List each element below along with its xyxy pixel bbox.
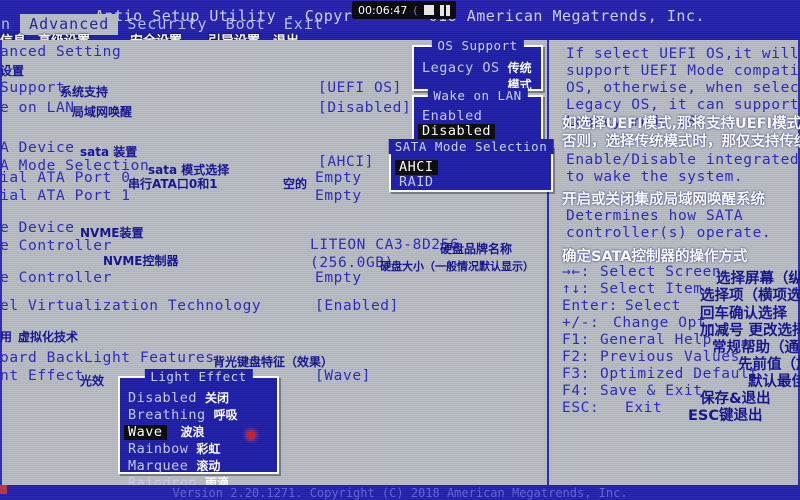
version-text: Version 2.20.1271. Copyright (C) 2018 Am…	[172, 485, 628, 500]
key-select-item-action: Select Item	[600, 281, 703, 297]
row-light-effect-cn: 光效	[80, 374, 105, 388]
help-sata-line-2: controller(s) operate.	[566, 225, 772, 241]
help-os-line-4: Legacy OS, it can support	[566, 97, 800, 113]
sata-mode-option-ahci-label: AHCI	[395, 160, 438, 175]
sata-mode-popup[interactable]: SATA Mode Selection AHCI RAID	[388, 139, 554, 192]
center-divider	[547, 40, 549, 485]
help-lan-line-2: to wake the system.	[566, 169, 744, 185]
sata-mode-option-raid-label: RAID	[399, 174, 434, 190]
key-select-item-key: ↑↓:	[562, 281, 590, 297]
row-light-effect-value[interactable]: [Wave]	[315, 368, 371, 384]
help-os-cn-2: 否则，选择传统模式时，那仅支持传统模式系统	[562, 134, 800, 150]
row-nvme-capacity-cn: 硬盘大小（一般情况默认显示）	[380, 260, 534, 273]
key-f2-key: F2:	[562, 349, 590, 365]
sata-mode-option-ahci[interactable]: AHCI	[391, 160, 551, 175]
help-os-line-1: If select UEFI OS,it will	[566, 46, 800, 62]
row-nvme-controller-cn: NVME控制器	[103, 254, 179, 268]
os-support-popup[interactable]: OS Support Legacy OS 传统模式 UEFI OS UEFI模式	[412, 38, 543, 126]
row-nvme-device-label[interactable]: e Device	[0, 220, 75, 236]
help-lan-cn: 开启或关闭集成局域网唤醒系统	[562, 192, 765, 208]
setup-body: anced Setting 设置 Support 系统支持 [UEFI OS] …	[0, 38, 800, 491]
wake-on-lan-option-disabled[interactable]: Disabled	[414, 124, 541, 139]
key-f2-action: Previous Values	[600, 349, 740, 365]
key-f4-key: F4:	[562, 383, 590, 399]
light-effect-option-marquee[interactable]: Marquee 滚动	[120, 457, 277, 474]
key-f4-action: Save & Exit	[600, 383, 703, 399]
help-sata-line-1: Determines how SATA	[566, 208, 744, 224]
sata-mode-option-raid[interactable]: RAID	[391, 175, 551, 190]
row-light-effect-label[interactable]: nt Effect	[0, 368, 84, 384]
row-nvme-controller2-label[interactable]: e Controller	[0, 270, 112, 286]
row-sata-port1-label[interactable]: ial ATA Port 1	[0, 188, 131, 204]
wake-on-lan-popup[interactable]: Wake on LAN Enabled Disabled	[412, 88, 543, 141]
row-nvme-controller-label[interactable]: e Controller	[0, 238, 112, 254]
row-os-support-cn: 系统支持	[60, 85, 109, 99]
light-effect-option-rainbow[interactable]: Rainbow 彩虹	[120, 440, 277, 457]
row-virtualization-cn: 虚拟化技术	[18, 330, 79, 344]
wake-on-lan-option-disabled-label: Disabled	[418, 124, 496, 139]
light-effect-option-wave-label: Wave	[124, 425, 167, 440]
row-wake-on-lan-label[interactable]: e on LAN	[0, 100, 75, 116]
key-esc-key: ESC:	[562, 400, 600, 416]
wake-on-lan-popup-title: Wake on LAN	[427, 88, 528, 103]
row-os-support-label[interactable]: Support	[0, 80, 65, 96]
row-sata-port-cn: 串行ATA口0和1	[128, 177, 218, 191]
key-f1-action: General Help	[600, 332, 712, 348]
row-sata-port1-value: Empty	[315, 188, 362, 204]
key-esc-cn: ESC键退出	[688, 408, 763, 424]
bios-screen: Aptio Setup Utility - Copyr 018 American…	[0, 0, 800, 500]
row-wake-on-lan-cn: 局域网唤醒	[72, 105, 133, 119]
help-lan-line-1: Enable/Disable integrated	[566, 152, 800, 168]
key-f3-action: Optimized Default	[600, 366, 759, 382]
row-nvme-controller-value: LITEON CA3-8D256	[310, 237, 460, 253]
row-sata-port0-value-cn: 空的	[283, 177, 308, 191]
light-effect-popup-title: Light Effect	[144, 369, 253, 384]
key-select-screen-key: →←:	[562, 264, 590, 280]
light-effect-option-disabled-label: Disabled	[128, 390, 198, 406]
key-change-opt-key: +/-:	[562, 315, 600, 331]
row-sata-device-label[interactable]: A Device	[0, 140, 75, 156]
light-effect-option-wave-cn: 波浪	[180, 425, 205, 439]
row-sata-port0-label[interactable]: ial ATA Port 0	[0, 170, 131, 186]
key-f1-key: F1:	[562, 332, 590, 348]
light-effect-option-rainbow-label: Rainbow	[128, 441, 189, 457]
light-effect-popup[interactable]: Light Effect Disabled 关闭 Breathing 呼吸 Wa…	[118, 369, 279, 491]
wake-on-lan-option-enabled[interactable]: Enabled	[414, 109, 541, 124]
os-support-popup-title: OS Support	[431, 38, 524, 53]
row-sata-port0-value: Empty	[315, 170, 362, 186]
light-effect-option-marquee-label: Marquee	[128, 458, 189, 474]
light-effect-option-breathing-cn: 呼吸	[213, 408, 238, 422]
laser-pointer-dot	[247, 431, 255, 439]
key-enter-key: Enter:	[562, 298, 618, 314]
section-title: anced Setting	[0, 44, 122, 60]
row-nvme-controller-value-cn: 硬盘品牌名称	[440, 242, 513, 256]
light-effect-option-breathing[interactable]: Breathing 呼吸	[120, 406, 277, 423]
light-effect-option-breathing-label: Breathing	[128, 407, 206, 423]
light-effect-option-rainbow-cn: 彩虹	[196, 442, 221, 456]
help-sata-cn: 确定SATA控制器的操作方式	[562, 249, 748, 265]
row-wake-on-lan-value[interactable]: [Disabled]	[318, 100, 411, 116]
key-enter-action: Select	[625, 298, 681, 314]
key-f3-key: F3:	[562, 366, 590, 382]
row-backlight-label[interactable]: oard BackLight Features	[0, 350, 215, 366]
help-os-line-3: OS, otherwise, when select	[566, 80, 800, 96]
row-virtualization-prefix-cn: 用	[0, 330, 13, 344]
help-os-line-2: support UEFI Mode compatible	[566, 63, 800, 79]
row-nvme-controller2-value: Empty	[315, 270, 362, 286]
light-effect-option-marquee-cn: 滚动	[196, 459, 221, 473]
key-esc-action: Exit	[625, 400, 663, 416]
light-effect-option-disabled[interactable]: Disabled 关闭	[120, 389, 277, 406]
screen-edge-artifact	[0, 485, 7, 494]
row-sata-mode-value[interactable]: [AHCI]	[318, 154, 374, 170]
sata-mode-popup-title: SATA Mode Selection	[388, 139, 554, 154]
os-support-option-legacy-label: Legacy OS	[422, 60, 500, 76]
key-select-screen-action: Select Screen	[600, 264, 722, 280]
row-virtualization-label[interactable]: el Virtualization Technology	[0, 298, 261, 314]
section-title-cn: 设置	[0, 64, 25, 78]
row-virtualization-value[interactable]: [Enabled]	[315, 298, 399, 314]
wake-on-lan-option-enabled-label: Enabled	[422, 108, 483, 124]
row-os-support-value[interactable]: [UEFI OS]	[318, 80, 402, 96]
light-effect-option-disabled-cn: 关闭	[205, 391, 230, 405]
bottom-version-bar: Version 2.20.1271. Copyright (C) 2018 Am…	[0, 485, 800, 500]
